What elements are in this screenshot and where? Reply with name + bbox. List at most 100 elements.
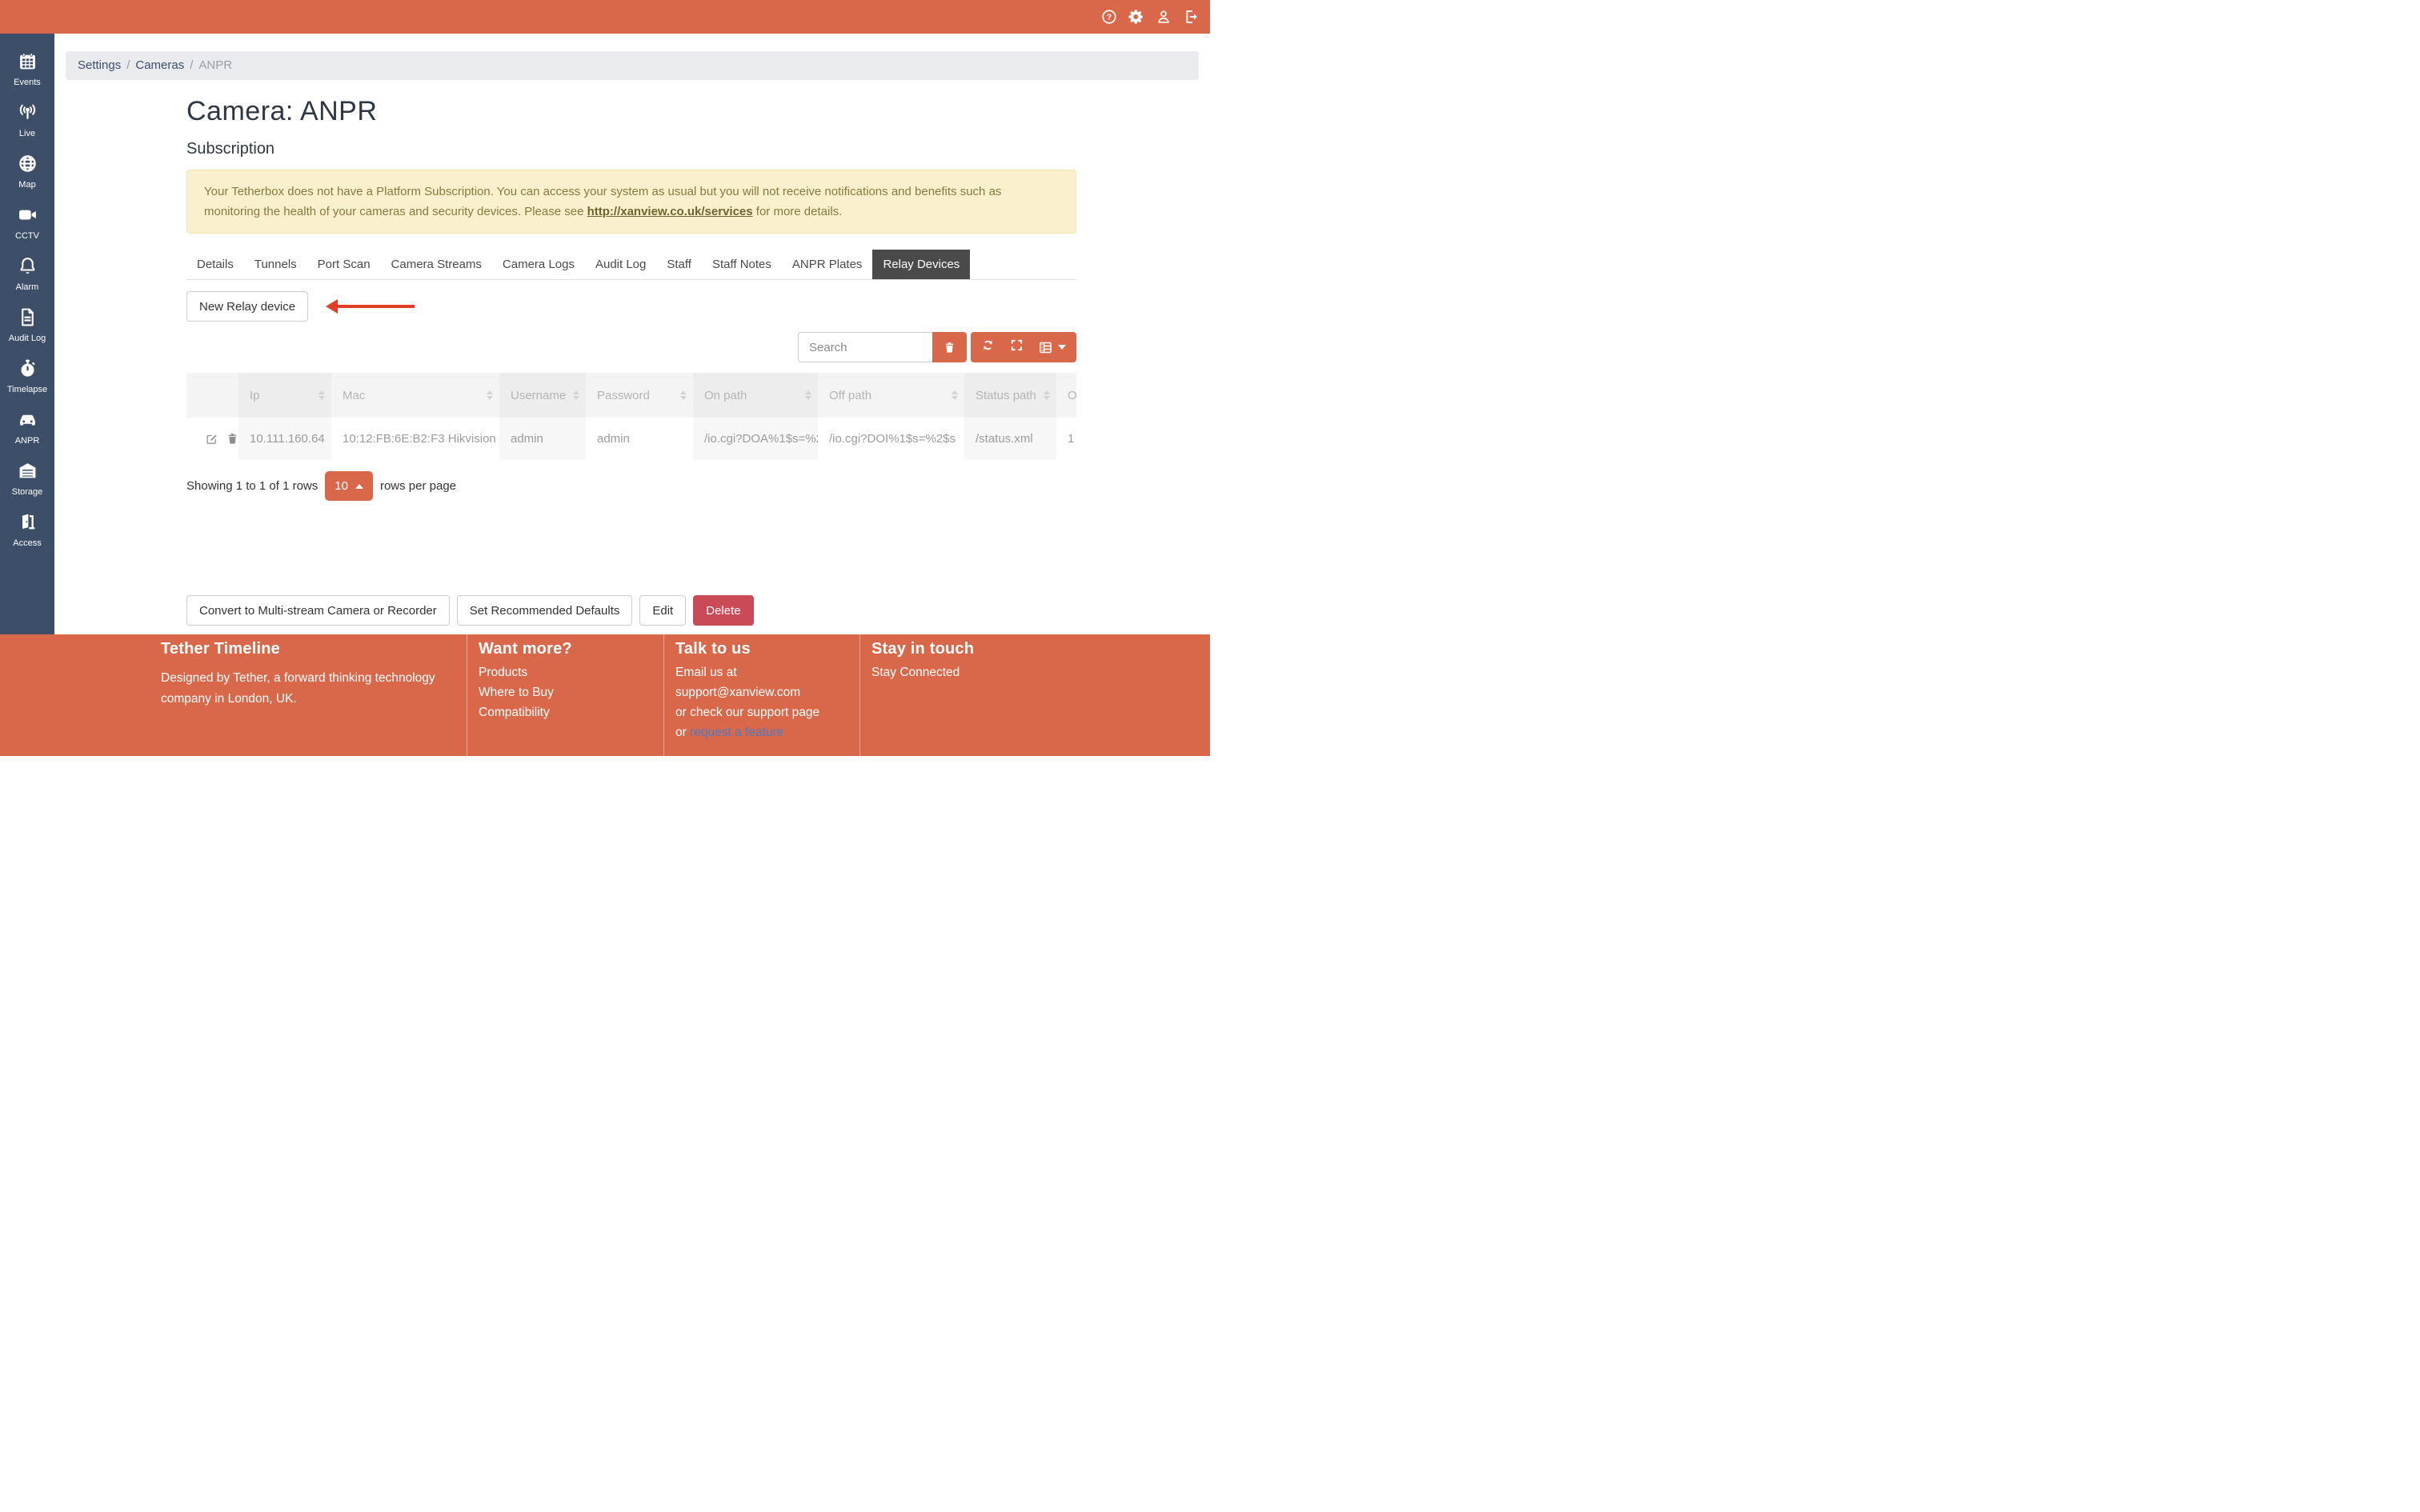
sidebar-item-label: Storage xyxy=(12,487,43,497)
sidebar-item-label: ANPR xyxy=(15,436,40,446)
sidebar-item-label: Live xyxy=(19,129,35,138)
table-header-clipped[interactable]: Ou xyxy=(1056,373,1076,418)
sidebar-item-anpr[interactable]: ANPR xyxy=(0,402,54,453)
sort-icon[interactable] xyxy=(319,390,325,400)
table-header-password[interactable]: Password xyxy=(586,373,693,418)
sort-icon[interactable] xyxy=(952,390,958,400)
footer-request-feature-line: or request a feature xyxy=(675,726,859,738)
footer-brand-column: Tether Timeline Designed by Tether, a fo… xyxy=(0,634,467,756)
section-title: Subscription xyxy=(186,140,1076,158)
footer: Tether Timeline Designed by Tether, a fo… xyxy=(0,634,1210,756)
edit-button[interactable]: Edit xyxy=(639,595,686,626)
table-header-status-path[interactable]: Status path xyxy=(964,373,1056,418)
tab-camera-logs[interactable]: Camera Logs xyxy=(492,250,585,279)
footer-link-where-to-buy[interactable]: Where to Buy xyxy=(479,686,663,698)
sort-icon[interactable] xyxy=(487,390,493,400)
sidebar-item-audit-log[interactable]: Audit Log xyxy=(0,299,54,350)
tab-details[interactable]: Details xyxy=(186,250,244,279)
sidebar-item-events[interactable]: Events xyxy=(0,43,54,94)
table-toolbar xyxy=(186,332,1076,362)
fullscreen-button[interactable] xyxy=(1010,338,1024,356)
footer-stay-connected-link[interactable]: Stay Connected xyxy=(871,666,1210,678)
breadcrumb-cameras[interactable]: Cameras xyxy=(135,58,184,72)
tab-relay-devices[interactable]: Relay Devices xyxy=(872,250,970,279)
footer-talk-heading: Talk to us xyxy=(675,640,859,658)
tab-camera-streams[interactable]: Camera Streams xyxy=(381,250,492,279)
breadcrumb-settings[interactable]: Settings xyxy=(78,58,121,72)
chevron-up-icon xyxy=(355,484,363,489)
table-header-username[interactable]: Username xyxy=(499,373,586,418)
columns-button[interactable] xyxy=(1039,341,1066,354)
sidebar-item-storage[interactable]: Storage xyxy=(0,453,54,504)
bell-icon xyxy=(18,256,38,280)
user-icon[interactable] xyxy=(1156,9,1172,25)
sign-out-icon[interactable] xyxy=(1183,9,1199,25)
footer-support-email-link[interactable]: support@xanview.com xyxy=(675,686,859,698)
table-header-mac[interactable]: Mac xyxy=(331,373,499,418)
cell-on-path: /io.cgi?DOA%1$s=%2$s xyxy=(693,418,818,459)
new-relay-device-button[interactable]: New Relay device xyxy=(186,291,308,322)
sidebar-item-alarm[interactable]: Alarm xyxy=(0,248,54,299)
sort-icon[interactable] xyxy=(680,390,687,400)
sidebar-item-live[interactable]: Live xyxy=(0,94,54,146)
footer-link-products[interactable]: Products xyxy=(479,666,663,678)
delete-row-icon[interactable] xyxy=(226,432,238,446)
table-list-icon xyxy=(1039,341,1052,354)
sidebar-item-label: Timelapse xyxy=(7,385,47,394)
search-input[interactable] xyxy=(798,332,932,362)
door-open-icon xyxy=(18,512,38,536)
request-feature-link[interactable]: request a feature xyxy=(690,726,783,739)
convert-button[interactable]: Convert to Multi-stream Camera or Record… xyxy=(186,595,450,626)
footer-talk-column: Talk to us Email us at support@xanview.c… xyxy=(663,634,859,756)
sidebar-item-label: Alarm xyxy=(16,282,39,292)
edit-icon[interactable] xyxy=(206,432,218,446)
footer-link-compatibility[interactable]: Compatibility xyxy=(479,706,663,718)
pagination-suffix: rows per page xyxy=(380,479,456,493)
tab-tunnels[interactable]: Tunnels xyxy=(244,250,307,279)
video-camera-icon xyxy=(18,205,38,229)
sidebar-item-cctv[interactable]: CCTV xyxy=(0,197,54,248)
delete-button[interactable]: Delete xyxy=(693,595,753,626)
sidebar-item-label: CCTV xyxy=(15,231,39,241)
cell-mac: 10:12:FB:6E:B2:F3 Hikvision xyxy=(331,418,499,459)
subscription-warning-banner: Your Tetherbox does not have a Platform … xyxy=(186,170,1076,234)
footer-support-page-link[interactable]: or check our support page xyxy=(675,706,859,718)
sidebar-item-label: Map xyxy=(18,180,35,190)
footer-brand-text: Designed by Tether, a forward thinking t… xyxy=(161,668,441,710)
services-link[interactable]: http://xanview.co.uk/services xyxy=(587,205,753,218)
sidebar-item-access[interactable]: Access xyxy=(0,504,54,555)
cell-off-path: /io.cgi?DOI%1$s=%2$s xyxy=(818,418,964,459)
sort-icon[interactable] xyxy=(1044,390,1050,400)
tab-staff[interactable]: Staff xyxy=(656,250,702,279)
sidebar: Events Live Map CCTV Alarm Audit Log Tim… xyxy=(0,34,54,634)
car-icon xyxy=(18,410,38,434)
tab-audit-log[interactable]: Audit Log xyxy=(585,250,656,279)
pagination-summary: Showing 1 to 1 of 1 rows xyxy=(186,479,318,493)
gear-icon[interactable] xyxy=(1128,9,1144,25)
sort-icon[interactable] xyxy=(805,390,811,400)
cell-status-path: /status.xml xyxy=(964,418,1056,459)
footer-want-more-heading: Want more? xyxy=(479,640,663,658)
footer-stay-heading: Stay in touch xyxy=(871,640,1210,658)
refresh-button[interactable] xyxy=(981,338,995,356)
table-header-on-path[interactable]: On path xyxy=(693,373,818,418)
tab-staff-notes[interactable]: Staff Notes xyxy=(702,250,782,279)
footer-want-more-column: Want more? Products Where to Buy Compati… xyxy=(467,634,663,756)
tab-port-scan[interactable]: Port Scan xyxy=(307,250,381,279)
table-header-ip[interactable]: Ip xyxy=(238,373,331,418)
sort-icon[interactable] xyxy=(573,390,579,400)
chevron-down-icon xyxy=(1058,345,1066,350)
clear-search-button[interactable] xyxy=(932,332,967,362)
sidebar-item-label: Access xyxy=(13,538,41,548)
sidebar-item-label: Audit Log xyxy=(9,334,46,343)
sidebar-item-map[interactable]: Map xyxy=(0,146,54,197)
sidebar-item-timelapse[interactable]: Timelapse xyxy=(0,350,54,402)
table-header-off-path[interactable]: Off path xyxy=(818,373,964,418)
top-bar: ? xyxy=(0,0,1210,34)
page-size-dropdown[interactable]: 10 xyxy=(325,471,373,501)
set-defaults-button[interactable]: Set Recommended Defaults xyxy=(457,595,633,626)
help-icon[interactable]: ? xyxy=(1101,9,1117,25)
footer-email-text: Email us at xyxy=(675,666,859,678)
calendar-icon xyxy=(18,51,38,75)
tab-anpr-plates[interactable]: ANPR Plates xyxy=(782,250,873,279)
